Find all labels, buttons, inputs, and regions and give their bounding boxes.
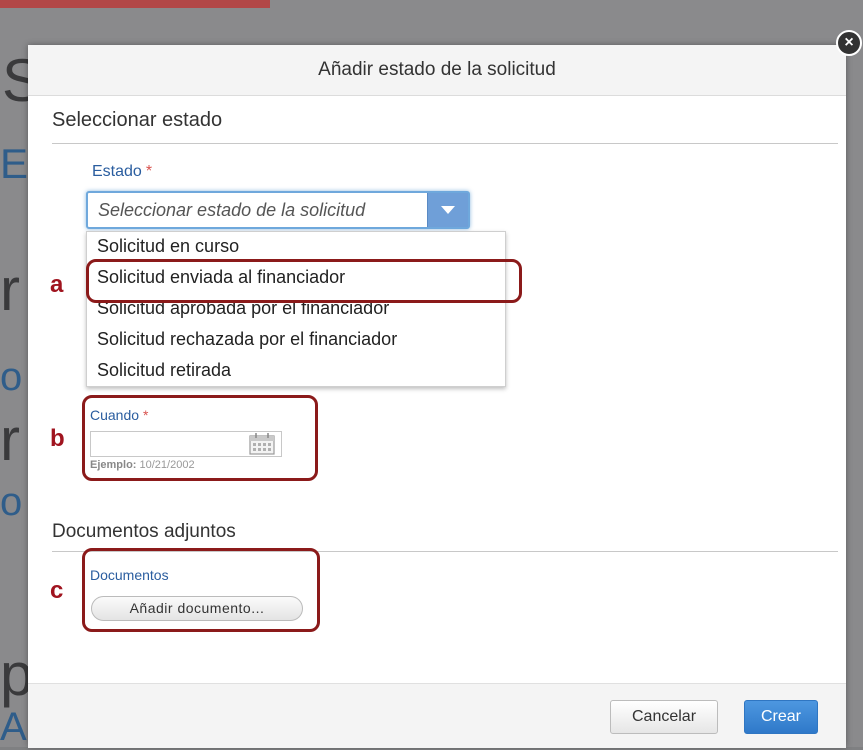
dialog-title: Añadir estado de la solicitud bbox=[318, 59, 556, 80]
status-option-in-progress[interactable]: Solicitud en curso bbox=[97, 236, 239, 257]
callout-label-b: b bbox=[50, 425, 65, 452]
add-status-dialog: Añadir estado de la solicitud Selecciona… bbox=[28, 45, 846, 748]
callout-box-a bbox=[86, 259, 522, 303]
section-title-status: Seleccionar estado bbox=[52, 109, 223, 131]
background-text: o bbox=[0, 480, 23, 524]
callout-label-a: a bbox=[50, 271, 64, 298]
status-select-placeholder: Seleccionar estado de la solicitud bbox=[98, 200, 366, 220]
status-dropdown-list: Solicitud en curso Solicitud enviada al … bbox=[86, 231, 506, 387]
status-option-withdrawn[interactable]: Solicitud retirada bbox=[97, 360, 231, 381]
status-option-rejected[interactable]: Solicitud rechazada por el financiador bbox=[97, 329, 397, 350]
close-icon[interactable]: × bbox=[836, 30, 862, 56]
callout-box-c bbox=[82, 548, 320, 632]
background-text: E bbox=[0, 140, 29, 187]
estado-label: Estado * bbox=[92, 163, 153, 180]
background-text: r bbox=[0, 406, 20, 473]
callout-box-b bbox=[82, 395, 318, 481]
status-select[interactable]: Seleccionar estado de la solicitud bbox=[86, 191, 470, 229]
background-top-bar bbox=[0, 0, 270, 8]
cancel-button[interactable]: Cancelar bbox=[610, 700, 718, 734]
section-title-documents: Documentos adjuntos bbox=[52, 521, 236, 542]
chevron-down-icon[interactable] bbox=[427, 193, 468, 227]
background-text: o bbox=[0, 355, 23, 399]
required-asterisk: * bbox=[145, 163, 153, 180]
create-button[interactable]: Crear bbox=[744, 700, 818, 734]
dialog-header: Añadir estado de la solicitud bbox=[28, 45, 846, 96]
dialog-footer: Cancelar Crear bbox=[28, 683, 846, 748]
background-text: r bbox=[0, 256, 20, 323]
callout-label-c: c bbox=[50, 577, 64, 604]
background-text: A bbox=[0, 705, 27, 749]
section-divider bbox=[52, 143, 838, 144]
